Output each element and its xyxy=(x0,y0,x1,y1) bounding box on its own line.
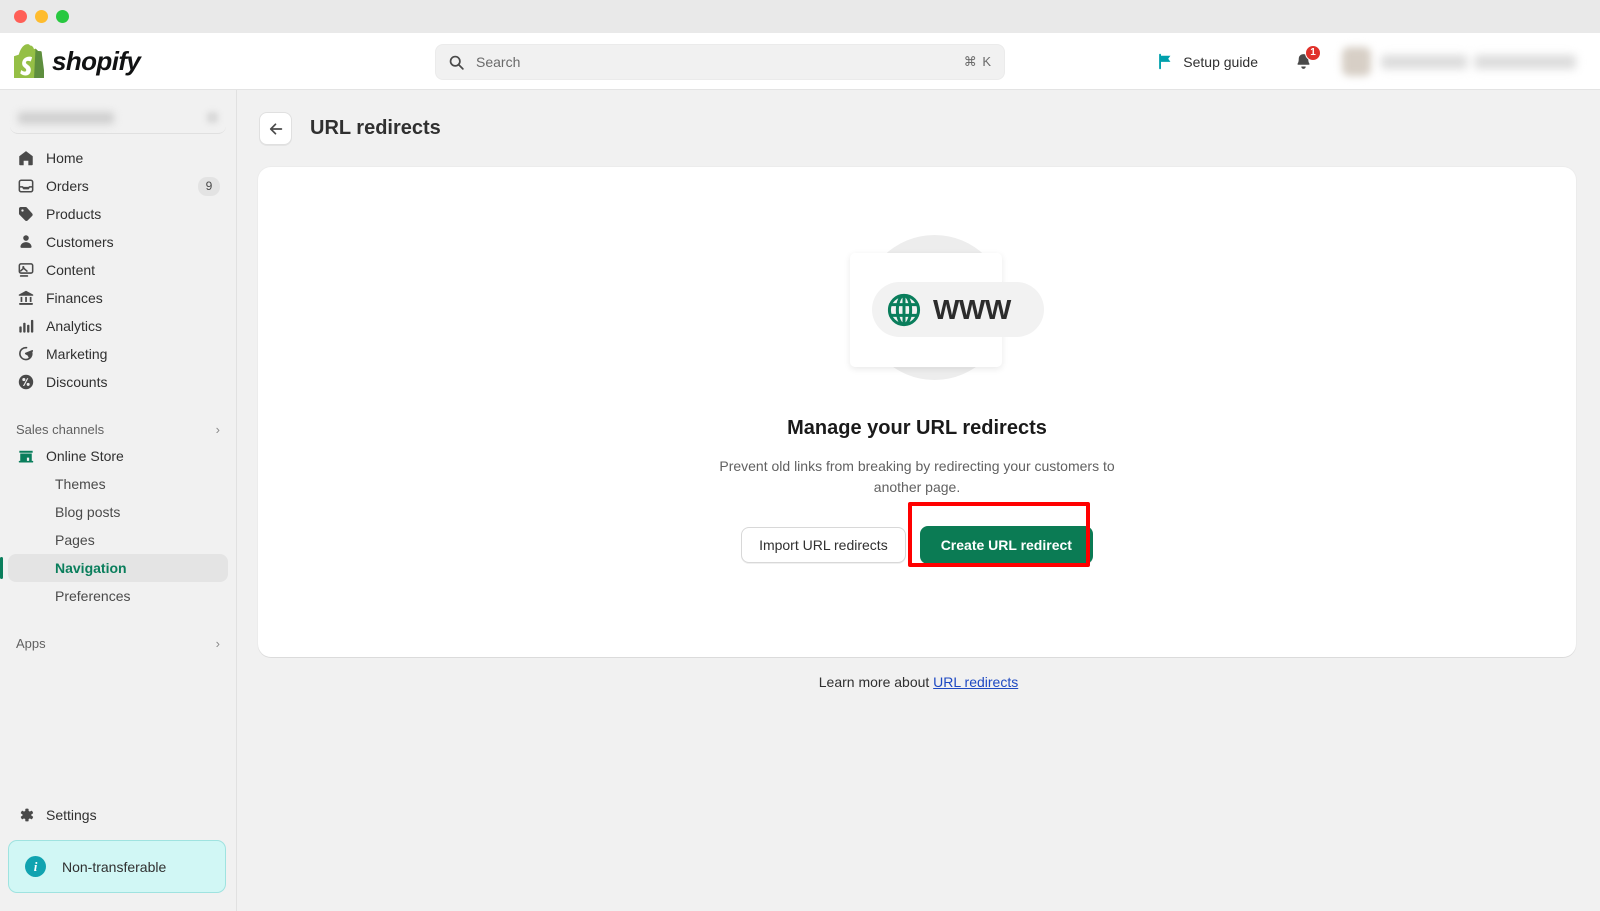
sidebar-item-content[interactable]: Content xyxy=(8,256,228,284)
arrow-left-icon xyxy=(269,122,282,135)
back-button[interactable] xyxy=(259,112,292,145)
store-name xyxy=(18,111,114,124)
sidebar: Home Orders 9 Products Customers Content… xyxy=(0,90,237,911)
empty-state-illustration: WWW xyxy=(822,229,1044,389)
search-icon xyxy=(449,55,464,70)
sidebar-item-label: Customers xyxy=(46,234,114,250)
sidebar-item-label: Products xyxy=(46,206,102,222)
banner-label: Non-transferable xyxy=(62,858,167,875)
learn-more-prefix: Learn more about xyxy=(818,674,934,690)
setup-guide-label: Setup guide xyxy=(1183,53,1258,70)
products-icon xyxy=(16,204,36,224)
create-url-redirect-button[interactable]: Create URL redirect xyxy=(919,526,1093,564)
flag-icon xyxy=(1159,53,1171,70)
url-redirects-empty-state-card: WWW Manage your URL redirects Prevent ol… xyxy=(258,167,1576,657)
discounts-icon xyxy=(16,372,36,392)
content-icon xyxy=(16,260,36,280)
chevron-right-icon: › xyxy=(215,421,220,437)
orders-count-badge: 9 xyxy=(198,176,220,196)
home-icon xyxy=(16,148,36,168)
sidebar-item-label: Discounts xyxy=(46,374,108,390)
sidebar-subitem-label: Blog posts xyxy=(55,504,121,520)
sidebar-item-preferences[interactable]: Preferences xyxy=(8,582,228,610)
sidebar-item-products[interactable]: Products xyxy=(8,200,228,228)
gear-icon xyxy=(16,805,36,825)
customers-icon xyxy=(16,232,36,252)
store-switcher[interactable] xyxy=(10,102,226,134)
notification-count-badge: 1 xyxy=(1305,44,1321,61)
sidebar-item-settings[interactable]: Settings xyxy=(8,799,228,831)
sidebar-item-orders[interactable]: Orders 9 xyxy=(8,172,228,200)
empty-state-description: Prevent old links from breaking by redir… xyxy=(719,458,1115,495)
sales-channels-section-header[interactable]: Sales channels › xyxy=(8,416,228,442)
sidebar-item-marketing[interactable]: Marketing xyxy=(8,340,228,368)
sidebar-item-online-store[interactable]: Online Store xyxy=(8,442,228,470)
search-shortcut: ⌘ K xyxy=(963,54,992,69)
analytics-icon xyxy=(16,316,36,336)
sidebar-subitem-label: Themes xyxy=(55,476,106,492)
sidebar-item-label: Orders xyxy=(46,178,89,194)
topbar-right-actions: Setup guide 1 xyxy=(1147,33,1600,90)
user-menu-button[interactable] xyxy=(1334,43,1584,80)
sidebar-item-themes[interactable]: Themes xyxy=(8,470,228,498)
setup-guide-button[interactable]: Setup guide xyxy=(1147,46,1268,77)
non-transferable-banner[interactable]: i Non-transferable xyxy=(8,840,226,893)
page-title: URL redirects xyxy=(310,117,441,139)
app-topbar: shopify Search ⌘ K Setup guide 1 xyxy=(0,33,1600,90)
sidebar-item-analytics[interactable]: Analytics xyxy=(8,312,228,340)
shopify-bag-icon xyxy=(14,44,44,78)
user-name xyxy=(1381,54,1576,69)
sidebar-subitem-label: Preferences xyxy=(55,588,131,604)
sidebar-item-label: Finances xyxy=(46,290,103,306)
import-url-redirects-button[interactable]: Import URL redirects xyxy=(741,527,906,563)
main-content: URL redirects WWW Manage your URL redire… xyxy=(237,90,1600,911)
window-minimize-button[interactable] xyxy=(35,10,48,23)
notifications-button[interactable]: 1 xyxy=(1288,44,1321,77)
chevron-right-icon: › xyxy=(215,635,220,651)
orders-icon xyxy=(16,176,36,196)
sidebar-item-label: Home xyxy=(46,150,84,166)
finances-icon xyxy=(16,288,36,308)
marketing-icon xyxy=(16,344,36,364)
sidebar-subitem-label: Navigation xyxy=(55,560,127,576)
search-input[interactable]: Search ⌘ K xyxy=(435,44,1005,80)
info-icon: i xyxy=(25,856,46,877)
sales-channels-label: Sales channels xyxy=(16,421,105,437)
sidebar-item-label: Marketing xyxy=(46,346,108,362)
sidebar-item-discounts[interactable]: Discounts xyxy=(8,368,228,396)
primary-nav: Home Orders 9 Products Customers Content… xyxy=(0,144,236,656)
settings-label: Settings xyxy=(46,807,97,823)
search-placeholder: Search xyxy=(476,54,521,70)
chevron-down-icon xyxy=(207,112,218,123)
empty-state-actions: Import URL redirects Create URL redirect xyxy=(741,502,1093,567)
apps-section-header[interactable]: Apps › xyxy=(8,630,228,656)
learn-more-footer: Learn more about URL redirects xyxy=(237,674,1600,690)
avatar xyxy=(1342,47,1371,76)
globe-icon xyxy=(887,293,921,326)
sidebar-item-label: Analytics xyxy=(46,318,103,334)
empty-state-title: Manage your URL redirects xyxy=(787,417,1047,439)
url-redirects-help-link[interactable]: URL redirects xyxy=(933,674,1018,690)
sidebar-subitem-label: Pages xyxy=(55,532,95,548)
sidebar-item-customers[interactable]: Customers xyxy=(8,228,228,256)
sidebar-item-pages[interactable]: Pages xyxy=(8,526,228,554)
window-maximize-button[interactable] xyxy=(56,10,69,23)
sidebar-item-label: Content xyxy=(46,262,96,278)
illustration-url-pill: WWW xyxy=(872,282,1044,337)
shopify-wordmark: shopify xyxy=(52,45,141,76)
page-header: URL redirects xyxy=(237,90,1600,145)
sidebar-item-label: Online Store xyxy=(46,448,124,464)
shopify-logo[interactable]: shopify xyxy=(14,44,184,78)
illustration-www-text: WWW xyxy=(933,293,1011,325)
window-titlebar xyxy=(0,0,1600,33)
window-close-button[interactable] xyxy=(14,10,27,23)
sidebar-item-finances[interactable]: Finances xyxy=(8,284,228,312)
sidebar-item-navigation[interactable]: Navigation xyxy=(0,554,228,582)
store-icon xyxy=(16,446,36,466)
sidebar-item-blog-posts[interactable]: Blog posts xyxy=(8,498,228,526)
sidebar-item-home[interactable]: Home xyxy=(8,144,228,172)
apps-label: Apps xyxy=(16,635,46,651)
